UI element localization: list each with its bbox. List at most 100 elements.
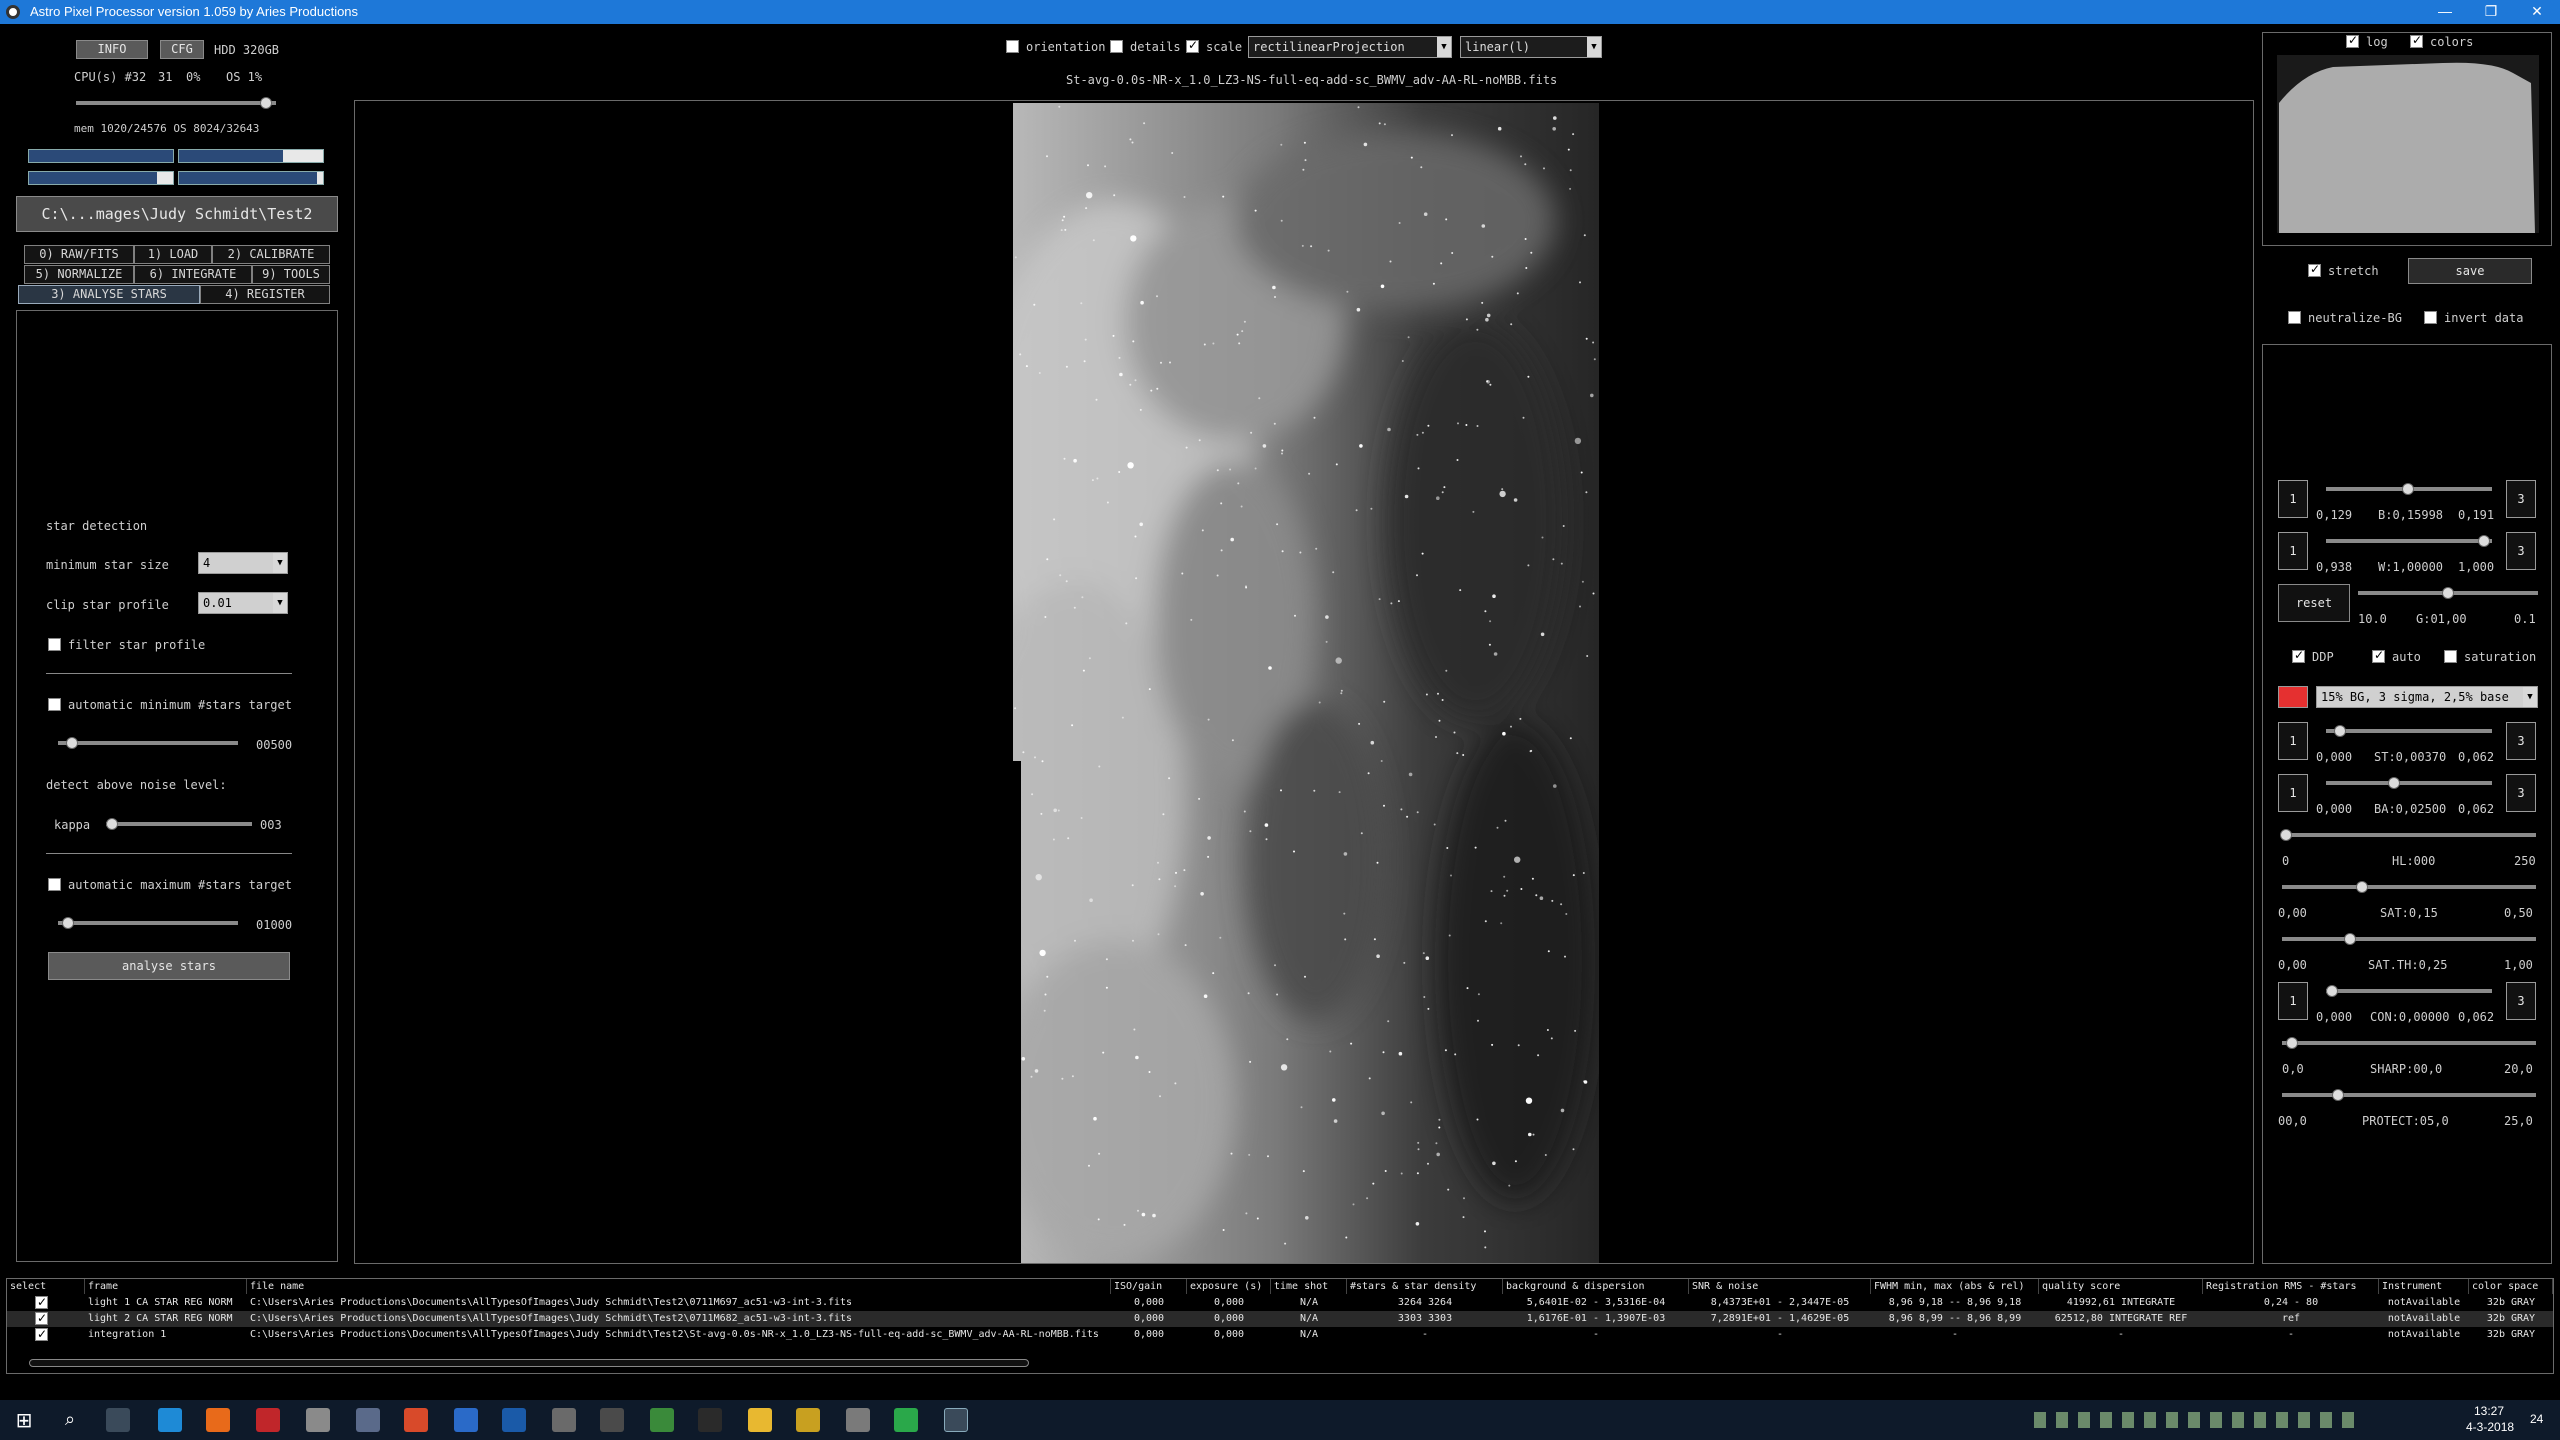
horizontal-scrollbar[interactable] (29, 1359, 1029, 1367)
column-header[interactable]: Registration RMS - #stars (2203, 1279, 2379, 1294)
sharp-slider-track[interactable] (2282, 1041, 2536, 1045)
sat-th-slider-track[interactable] (2282, 937, 2536, 941)
kappa-slider-track[interactable] (106, 822, 252, 826)
column-header[interactable]: Instrument (2379, 1279, 2469, 1294)
sat-th-slider-knob[interactable] (2344, 933, 2356, 945)
saturation-checkbox[interactable] (2444, 650, 2457, 663)
ba-decrease-button[interactable]: 1 (2278, 774, 2308, 812)
ba-slider-track[interactable] (2326, 781, 2492, 785)
app-icon[interactable] (356, 1408, 380, 1432)
auto-checkbox[interactable] (2372, 648, 2385, 663)
table-row[interactable]: integration 1 C:\Users\Aries Productions\… (7, 1327, 2553, 1343)
hl-slider-knob[interactable] (2280, 829, 2292, 841)
auto-max-stars-slider-knob[interactable] (62, 917, 74, 929)
con-slider-knob[interactable] (2326, 985, 2338, 997)
table-row[interactable]: light 2 CA STAR REG NORM C:\Users\Aries P… (7, 1311, 2553, 1327)
app-icon[interactable] (796, 1408, 820, 1432)
tab-tools[interactable]: 9) TOOLS (252, 265, 330, 284)
filter-star-profile-checkbox[interactable] (48, 638, 61, 651)
ddp-preset-color-button[interactable] (2278, 686, 2308, 708)
row-select-checkbox[interactable] (35, 1311, 48, 1326)
b-decrease-button[interactable]: 1 (2278, 480, 2308, 518)
ddp-checkbox[interactable] (2292, 648, 2305, 663)
tab-load[interactable]: 1) LOAD (134, 245, 212, 264)
system-tray-icons[interactable] (2034, 1412, 2364, 1428)
close-button[interactable]: ✕ (2514, 0, 2560, 24)
app-icon[interactable] (650, 1408, 674, 1432)
column-header[interactable]: frame (85, 1279, 247, 1294)
column-header[interactable]: time shot (1271, 1279, 1347, 1294)
select-cell[interactable] (7, 1295, 85, 1311)
tab-normalize[interactable]: 5) NORMALIZE (24, 265, 134, 284)
column-header[interactable]: file name (247, 1279, 1111, 1294)
minimize-button[interactable]: — (2422, 0, 2468, 24)
file-explorer-icon[interactable] (748, 1408, 772, 1432)
b-increase-button[interactable]: 3 (2506, 480, 2536, 518)
column-header[interactable]: background & dispersion (1503, 1279, 1689, 1294)
hl-slider-track[interactable] (2282, 833, 2536, 837)
sat-slider-track[interactable] (2282, 885, 2536, 889)
table-row[interactable]: light 1 CA STAR REG NORM C:\Users\Aries P… (7, 1295, 2553, 1311)
w-decrease-button[interactable]: 1 (2278, 532, 2308, 570)
image-viewer[interactable] (354, 100, 2254, 1264)
invert-data-checkbox[interactable] (2424, 311, 2437, 324)
column-header[interactable]: #stars & star density (1347, 1279, 1503, 1294)
select-cell[interactable] (7, 1311, 85, 1327)
scale-checkbox[interactable] (1186, 38, 1199, 53)
st-slider-track[interactable] (2326, 729, 2492, 733)
column-header[interactable]: FWHM min, max (abs & rel) (1871, 1279, 2039, 1294)
sharp-slider-knob[interactable] (2286, 1037, 2298, 1049)
details-checkbox[interactable] (1110, 40, 1123, 53)
column-header[interactable]: select (7, 1279, 85, 1294)
app-icon[interactable] (894, 1408, 918, 1432)
cpu-slider-knob[interactable] (260, 97, 272, 109)
7zip-icon[interactable] (698, 1408, 722, 1432)
tab-analyse-stars[interactable]: 3) ANALYSE STARS (18, 285, 200, 304)
row-select-checkbox[interactable] (35, 1327, 48, 1342)
save-button[interactable]: save (2408, 258, 2532, 284)
protect-slider-track[interactable] (2282, 1093, 2536, 1097)
w-increase-button[interactable]: 3 (2506, 532, 2536, 570)
row-select-checkbox[interactable] (35, 1295, 48, 1310)
notifications-badge[interactable]: 24 (2530, 1412, 2543, 1426)
g-slider-knob[interactable] (2442, 587, 2454, 599)
column-header[interactable]: ISO/gain (1111, 1279, 1187, 1294)
ddp-preset-select[interactable]: 15% BG, 3 sigma, 2,5% base ▼ (2316, 686, 2538, 708)
auto-max-stars-checkbox[interactable] (48, 878, 61, 891)
select-cell[interactable] (7, 1327, 85, 1343)
w-slider-knob[interactable] (2478, 535, 2490, 547)
stretch-mode-select[interactable]: linear(l) ▼ (1460, 36, 1602, 58)
app-icon[interactable] (846, 1408, 870, 1432)
orientation-checkbox[interactable] (1006, 40, 1019, 53)
auto-min-stars-slider-knob[interactable] (66, 737, 78, 749)
cfg-button[interactable]: CFG (160, 40, 204, 59)
st-slider-knob[interactable] (2334, 725, 2346, 737)
stretch-checkbox[interactable] (2308, 262, 2321, 277)
app-icon[interactable] (404, 1408, 428, 1432)
kappa-slider-knob[interactable] (106, 818, 118, 830)
st-decrease-button[interactable]: 1 (2278, 722, 2308, 760)
tab-raw-fits[interactable]: 0) RAW/FITS (24, 245, 134, 264)
app-icon[interactable] (552, 1408, 576, 1432)
column-header[interactable]: quality score (2039, 1279, 2203, 1294)
auto-min-stars-checkbox[interactable] (48, 698, 61, 711)
maximize-button[interactable]: ❐ (2468, 0, 2514, 24)
working-directory-button[interactable]: C:\...mages\Judy Schmidt\Test2 (16, 196, 338, 232)
column-header[interactable]: color space (2469, 1279, 2553, 1294)
min-star-size-select[interactable]: 4 ▼ (198, 552, 288, 574)
tab-calibrate[interactable]: 2) CALIBRATE (212, 245, 330, 264)
projection-select[interactable]: rectilinearProjection ▼ (1248, 36, 1452, 58)
edge-icon[interactable] (158, 1408, 182, 1432)
tab-register[interactable]: 4) REGISTER (200, 285, 330, 304)
neutralize-bg-checkbox[interactable] (2288, 311, 2301, 324)
st-increase-button[interactable]: 3 (2506, 722, 2536, 760)
con-slider-track[interactable] (2326, 989, 2492, 993)
app-icon[interactable] (600, 1408, 624, 1432)
astro-pixel-processor-taskbar-icon[interactable] (944, 1408, 968, 1432)
ba-increase-button[interactable]: 3 (2506, 774, 2536, 812)
protect-slider-knob[interactable] (2332, 1089, 2344, 1101)
tab-integrate[interactable]: 6) INTEGRATE (134, 265, 252, 284)
outlook-icon[interactable] (502, 1408, 526, 1432)
filezilla-icon[interactable] (256, 1408, 280, 1432)
search-icon[interactable]: ⌕ (58, 1408, 82, 1432)
